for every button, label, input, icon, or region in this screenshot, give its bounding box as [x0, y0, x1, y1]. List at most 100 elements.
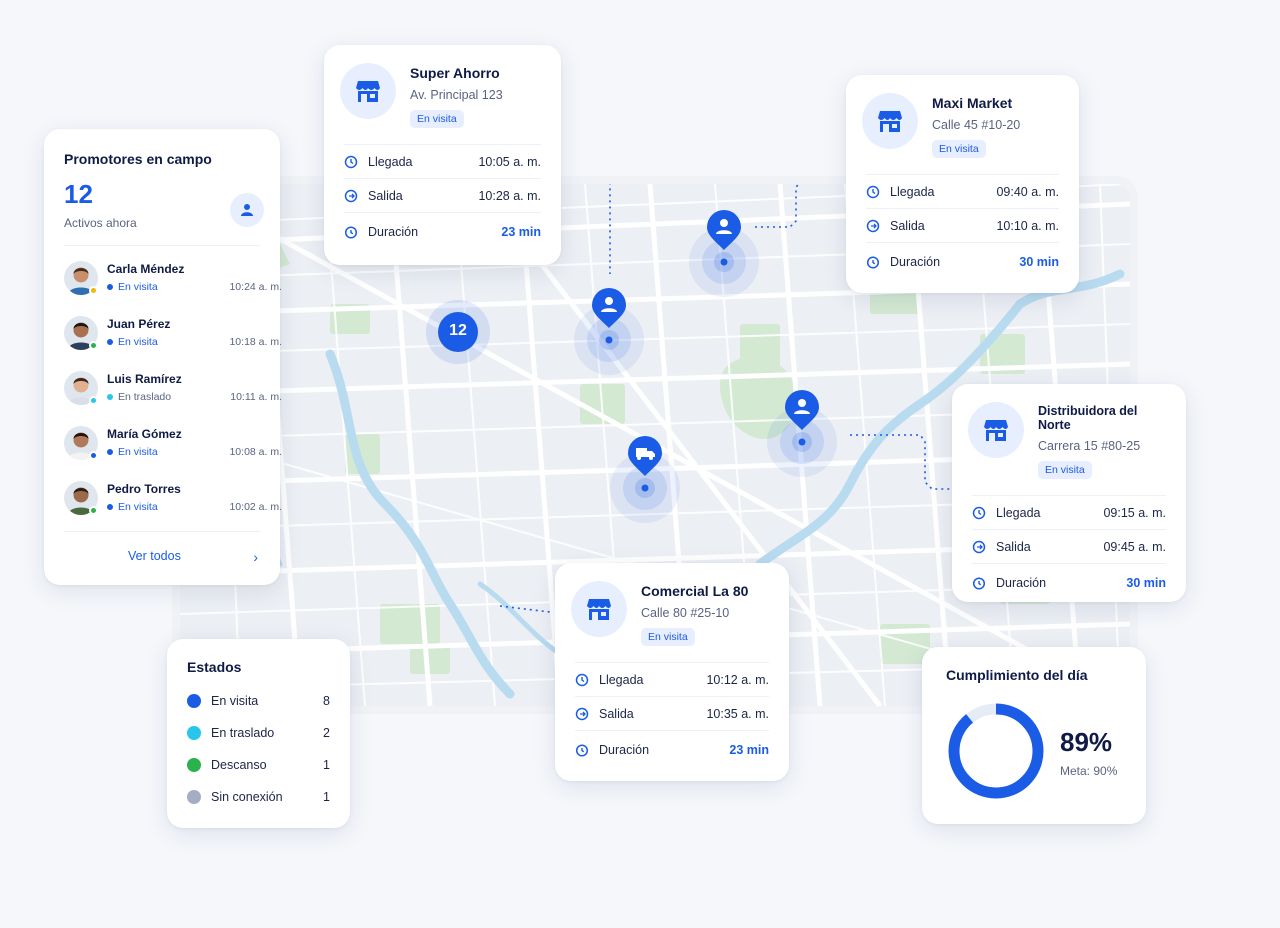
store-card-comercial-la-80[interactable]: Comercial La 80 Calle 80 #25-10 En visit…	[555, 563, 789, 781]
estado-color-dot	[187, 726, 201, 740]
departure-time: 10:35 a. m.	[706, 706, 769, 721]
promoter-status: En visita	[107, 281, 158, 293]
promoter-pin-super-ahorro[interactable]	[574, 288, 644, 378]
departure-row: Salida 10:28 a. m.	[344, 179, 541, 213]
store-name: Super Ahorro	[410, 65, 500, 81]
estado-color-dot	[187, 758, 201, 772]
promoter-item[interactable]: Pedro Torres En visita 10:02 a. m.	[64, 479, 282, 519]
clock-exit-icon	[972, 540, 986, 553]
duration-label: Duración	[599, 743, 650, 757]
arrival-label: Llegada	[890, 184, 935, 199]
status-badge: En visita	[641, 628, 695, 646]
promoter-time: 10:24 a. m.	[229, 281, 282, 293]
promoter-status-label: En visita	[118, 446, 158, 458]
status-dot	[107, 504, 113, 510]
departure-time: 10:28 a. m.	[478, 188, 541, 203]
presence-dot	[89, 286, 98, 295]
duration-row: Duración 23 min	[575, 731, 769, 769]
truck-pin[interactable]	[610, 436, 680, 526]
clock-exit-icon	[344, 189, 358, 202]
promoter-item[interactable]: Carla Méndez En visita 10:24 a. m.	[64, 259, 282, 299]
status-badge: En visita	[1038, 461, 1092, 479]
estado-name: En visita	[211, 694, 259, 708]
estado-name: Descanso	[211, 758, 267, 772]
departure-label: Salida	[599, 706, 634, 721]
cumplimiento-goal: Meta: 90%	[1060, 764, 1118, 778]
arrival-label: Llegada	[368, 154, 413, 169]
promoter-name: María Gómez	[107, 427, 182, 441]
see-all-link[interactable]: Ver todos	[128, 549, 181, 563]
duration-value: 30 min	[1019, 255, 1059, 269]
promoter-status: En visita	[107, 501, 158, 513]
chevron-right-icon[interactable]: ›	[253, 549, 258, 565]
clock-icon	[575, 673, 589, 686]
promoter-status-label: En visita	[118, 336, 158, 348]
person-pin-icon	[767, 390, 837, 477]
user-icon[interactable]	[230, 193, 264, 227]
promoter-name: Luis Ramírez	[107, 372, 182, 386]
store-name: Distribuidora del Norte	[1038, 404, 1138, 432]
promotores-subtitle: Activos ahora	[64, 216, 137, 230]
status-dot	[107, 449, 113, 455]
promoter-name: Carla Méndez	[107, 262, 185, 276]
status-dot	[107, 394, 113, 400]
clock-icon	[866, 185, 880, 198]
arrival-time: 10:05 a. m.	[478, 154, 541, 169]
store-icon	[571, 581, 627, 637]
promoter-time: 10:02 a. m.	[229, 501, 282, 513]
presence-dot	[89, 506, 98, 515]
arrival-row: Llegada 09:40 a. m.	[866, 175, 1059, 209]
departure-label: Salida	[890, 218, 925, 233]
timer-icon	[866, 256, 880, 269]
arrival-label: Llegada	[996, 505, 1041, 520]
duration-row: Duración 30 min	[972, 564, 1166, 602]
arrival-time: 10:12 a. m.	[706, 672, 769, 687]
promoter-name: Pedro Torres	[107, 482, 181, 496]
promoter-item[interactable]: Luis Ramírez En traslado 10:11 a. m.	[64, 369, 282, 409]
estado-count: 2	[323, 726, 330, 740]
store-address: Calle 80 #25-10	[641, 606, 730, 620]
presence-dot	[89, 451, 98, 460]
promotores-title: Promotores en campo	[64, 151, 212, 167]
promoter-status-label: En visita	[118, 501, 158, 513]
promoter-item[interactable]: Juan Pérez En visita 10:18 a. m.	[64, 314, 282, 354]
store-icon	[340, 63, 396, 119]
promoter-status-label: En traslado	[118, 391, 172, 403]
estado-row: Descanso 1	[187, 749, 330, 781]
duration-label: Duración	[890, 255, 941, 269]
arrival-label: Llegada	[599, 672, 644, 687]
store-address: Calle 45 #10-20	[932, 118, 1021, 132]
estados-title: Estados	[187, 659, 242, 675]
person-pin-icon	[689, 210, 759, 297]
departure-label: Salida	[368, 188, 403, 203]
estado-count: 8	[323, 694, 330, 708]
promoter-status: En traslado	[107, 391, 171, 403]
status-badge: En visita	[932, 140, 986, 158]
store-name: Maxi Market	[932, 95, 1013, 111]
departure-row: Salida 10:35 a. m.	[575, 697, 769, 731]
store-card-super-ahorro[interactable]: Super Ahorro Av. Principal 123 En visita…	[324, 45, 561, 265]
presence-dot	[89, 341, 98, 350]
truck-pin-icon	[610, 436, 680, 523]
store-card-maxi-market[interactable]: Maxi Market Calle 45 #10-20 En visita Ll…	[846, 75, 1079, 293]
promoter-status: En visita	[107, 336, 158, 348]
arrival-time: 09:15 a. m.	[1103, 505, 1166, 520]
estado-row: En visita 8	[187, 685, 330, 717]
cumplimiento-title: Cumplimiento del día	[946, 667, 1088, 683]
cumplimiento-percent: 89%	[1060, 727, 1113, 757]
clock-exit-icon	[575, 707, 589, 720]
divider	[64, 531, 260, 532]
promoter-item[interactable]: María Gómez En visita 10:08 a. m.	[64, 424, 282, 464]
store-card-distribuidora[interactable]: Distribuidora del Norte Carrera 15 #80-2…	[952, 384, 1186, 602]
departure-time: 10:10 a. m.	[996, 218, 1059, 233]
estado-name: Sin conexión	[211, 790, 283, 804]
person-pin-icon	[574, 288, 644, 375]
store-name: Comercial La 80	[641, 583, 749, 599]
promoter-pin-distribuidora[interactable]	[767, 390, 837, 480]
cumplimiento-panel: Cumplimiento del día 89% Meta: 90%	[922, 647, 1146, 824]
arrival-row: Llegada 10:05 a. m.	[344, 145, 541, 179]
cluster-marker[interactable]: 12	[426, 300, 490, 364]
duration-label: Duración	[996, 576, 1047, 590]
departure-row: Salida 10:10 a. m.	[866, 209, 1059, 243]
promoter-pin-maxi-market[interactable]	[689, 210, 759, 300]
